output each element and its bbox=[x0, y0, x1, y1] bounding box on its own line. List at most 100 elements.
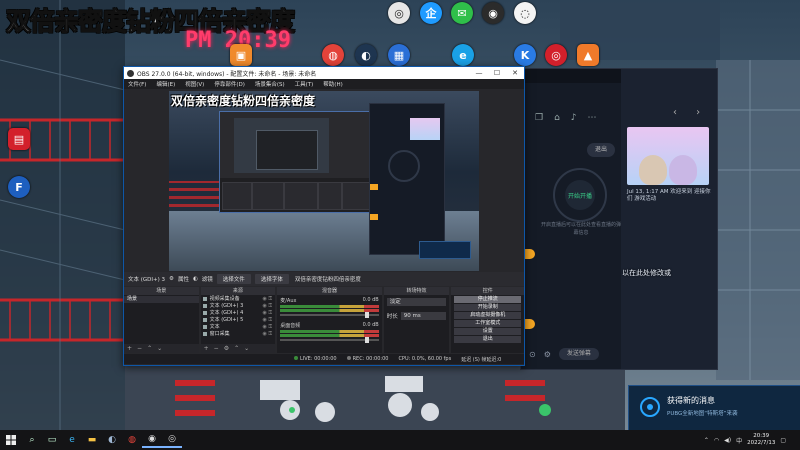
network-icon[interactable]: ◠ bbox=[714, 437, 719, 444]
up-icon[interactable]: ⌃ bbox=[147, 345, 152, 352]
menu-file[interactable]: 文件(F) bbox=[128, 80, 146, 88]
tray-expand-icon[interactable]: ⌃ bbox=[704, 437, 709, 444]
task-view-icon[interactable]: ▭ bbox=[42, 432, 62, 448]
visibility-icon[interactable]: ◉ ⚿ bbox=[262, 303, 272, 309]
visibility-icon[interactable]: ◉ ⚿ bbox=[262, 331, 272, 337]
visibility-icon[interactable]: ◉ ⚿ bbox=[262, 296, 272, 302]
settings-button[interactable]: 设置 bbox=[454, 328, 522, 335]
netease-icon[interactable]: ◎ bbox=[545, 44, 567, 66]
visibility-icon[interactable]: ◉ ⚿ bbox=[262, 317, 272, 323]
firefox-icon[interactable]: F bbox=[8, 176, 30, 198]
app-taskbar-icon[interactable]: ◎ bbox=[162, 432, 182, 448]
edge-icon[interactable]: e bbox=[62, 432, 82, 448]
notification-center-icon[interactable]: ▢ bbox=[780, 437, 786, 444]
source-item[interactable]: 文本 ◉ ⚿ bbox=[201, 323, 276, 330]
app-desktop-icon[interactable]: ▲ bbox=[577, 44, 599, 66]
start-live-button[interactable]: 开始开播 bbox=[565, 180, 595, 210]
sources-dock: 来源 视频采集设备 ◉ ⚿ 文本 (GDI+) 3 ◉ ⚿ 文本 (GDI+) 4 ◉… bbox=[200, 287, 276, 353]
transition-select[interactable]: 淡定 bbox=[386, 298, 447, 306]
obs-taskbar-icon[interactable]: ◉ bbox=[142, 432, 162, 448]
visibility-icon[interactable]: ◉ ⚿ bbox=[262, 324, 272, 330]
steam-desktop-icon[interactable]: ◐ bbox=[355, 44, 377, 66]
bell-icon[interactable]: ♪ bbox=[571, 113, 577, 123]
menu-edit[interactable]: 编辑(E) bbox=[156, 80, 175, 88]
exit-button[interactable]: 退出 bbox=[454, 336, 522, 343]
gear-icon[interactable]: ⚙ bbox=[224, 345, 229, 352]
add-icon[interactable]: + bbox=[127, 345, 132, 352]
maximize-icon[interactable]: ☐ bbox=[488, 69, 506, 77]
taskbar-clock[interactable]: 20:39 2022/7/13 bbox=[747, 433, 775, 447]
start-recording-button[interactable]: 开始录制 bbox=[454, 304, 522, 311]
store-icon[interactable]: ▤ bbox=[8, 128, 30, 150]
gift-icon[interactable]: ❒ bbox=[535, 113, 543, 123]
volume-slider[interactable] bbox=[280, 337, 379, 343]
select-font-button[interactable]: 选择字体 bbox=[254, 274, 289, 284]
text-value[interactable]: 双倍亲密度钻粉四倍亲密度 bbox=[295, 275, 361, 283]
menu-help[interactable]: 帮助(H) bbox=[323, 80, 342, 88]
wechat-icon[interactable]: ✉ bbox=[451, 2, 473, 24]
down-icon[interactable]: ⌄ bbox=[157, 345, 162, 352]
shirt-icon[interactable]: ⌂ bbox=[554, 113, 560, 123]
duration-input[interactable]: 90 ms bbox=[400, 312, 447, 320]
chrome-icon[interactable]: ◍ bbox=[122, 432, 142, 448]
more-icon[interactable]: ⋯ bbox=[588, 113, 597, 123]
filters-button[interactable]: 滤镜 bbox=[202, 275, 213, 283]
stream-app-right-panel: ‹ › Jul 13, 1:17 AM 欢迎来到 迎接你们 游戏活动 bbox=[621, 69, 717, 369]
remove-icon[interactable]: − bbox=[214, 345, 219, 352]
qq-icon[interactable]: 企 bbox=[420, 2, 442, 24]
windows-icon[interactable] bbox=[0, 435, 22, 445]
desktop-app-icon-1[interactable]: ◎ bbox=[388, 2, 410, 24]
input-language[interactable]: 中 bbox=[736, 436, 742, 445]
source-item[interactable]: 文本 (GDI+) 3 ◉ ⚿ bbox=[201, 302, 276, 309]
browser-desktop-icon[interactable]: ◌ bbox=[514, 2, 536, 24]
obs-preview[interactable]: 双倍亲密度钻粉四倍亲密度 bbox=[169, 91, 479, 271]
volume-slider[interactable] bbox=[280, 312, 379, 318]
source-item[interactable]: 文本 (GDI+) 5 ◉ ⚿ bbox=[201, 316, 276, 323]
source-item[interactable]: 视频采集设备 ◉ ⚿ bbox=[201, 295, 276, 302]
stream-app-toolbar: ❒ ⌂ ♪ ⋯ bbox=[535, 113, 597, 123]
settings-icon[interactable]: ⚙ bbox=[544, 350, 551, 359]
desktop-folder-icon[interactable]: ▣ bbox=[230, 44, 252, 66]
chrome-desktop-icon[interactable]: ◍ bbox=[322, 44, 344, 66]
sources-header: 来源 bbox=[200, 287, 276, 295]
news-thumbnail[interactable] bbox=[627, 127, 709, 185]
menu-tools[interactable]: 工具(T) bbox=[295, 80, 314, 88]
taskbar: ⌕ ▭ e ▬ ◐ ◍ ◉ ◎ ⌃ ◠ ◀) 中 20:39 2022/7/13… bbox=[0, 430, 800, 450]
kugou-icon[interactable]: K bbox=[514, 44, 536, 66]
minimize-icon[interactable]: — bbox=[470, 69, 488, 77]
send-danmaku-button[interactable]: 发送弹幕 bbox=[558, 348, 599, 360]
select-file-button[interactable]: 选择文件 bbox=[216, 274, 251, 284]
up-icon[interactable]: ⌃ bbox=[234, 345, 239, 352]
properties-button[interactable]: 属性 bbox=[178, 275, 189, 283]
virtual-camera-button[interactable]: 启动虚拟摄像机 bbox=[454, 312, 522, 319]
exit-button[interactable]: 退出 bbox=[587, 143, 615, 157]
windows-app-icon[interactable]: ▦ bbox=[388, 44, 410, 66]
carousel-nav[interactable]: ‹ › bbox=[673, 107, 708, 118]
volume-icon[interactable]: ◀) bbox=[724, 437, 731, 444]
obs-desktop-icon[interactable]: ◉ bbox=[482, 2, 504, 24]
source-item[interactable]: 窗口采集 ◉ ⚿ bbox=[201, 330, 276, 337]
menu-view[interactable]: 视图(V) bbox=[185, 80, 204, 88]
studio-mode-button[interactable]: 工作室模式 bbox=[454, 320, 522, 327]
source-item[interactable]: 文本 (GDI+) 4 ◉ ⚿ bbox=[201, 309, 276, 316]
gear-icon[interactable]: ⚙ bbox=[169, 276, 174, 282]
obs-docks: 场景 场景 + − ⌃ ⌄ 来源 视频采集设备 ◉ ⚿ 文本 (GDI+) 3 ◉ … bbox=[124, 287, 525, 353]
start-live-ring[interactable]: 开始开播 bbox=[553, 168, 607, 222]
menu-scene-collection[interactable]: 场景集合(S) bbox=[255, 80, 285, 88]
stop-stream-button[interactable]: 停止推流 bbox=[454, 296, 522, 303]
clock-icon[interactable]: ⊙ bbox=[529, 350, 536, 359]
down-icon[interactable]: ⌄ bbox=[244, 345, 249, 352]
edge-desktop-icon[interactable]: e bbox=[452, 44, 474, 66]
visibility-icon[interactable]: ◉ ⚿ bbox=[262, 310, 272, 316]
scene-item[interactable]: 场景 bbox=[124, 296, 199, 303]
add-icon[interactable]: + bbox=[204, 345, 209, 352]
rec-indicator: REC: 00:00:00 bbox=[346, 356, 388, 362]
explorer-icon[interactable]: ▬ bbox=[82, 432, 102, 448]
filter-icon[interactable]: ◐ bbox=[193, 276, 198, 282]
steam-icon[interactable]: ◐ bbox=[102, 432, 122, 448]
menu-docks[interactable]: 停靠部件(D) bbox=[214, 80, 245, 88]
close-icon[interactable]: ✕ bbox=[506, 69, 524, 77]
remove-icon[interactable]: − bbox=[137, 345, 142, 352]
search-icon[interactable]: ⌕ bbox=[22, 432, 42, 448]
notification-toast[interactable]: 获得新的消息 PUBG全新地图“特斯塔”来袭 bbox=[628, 385, 800, 431]
